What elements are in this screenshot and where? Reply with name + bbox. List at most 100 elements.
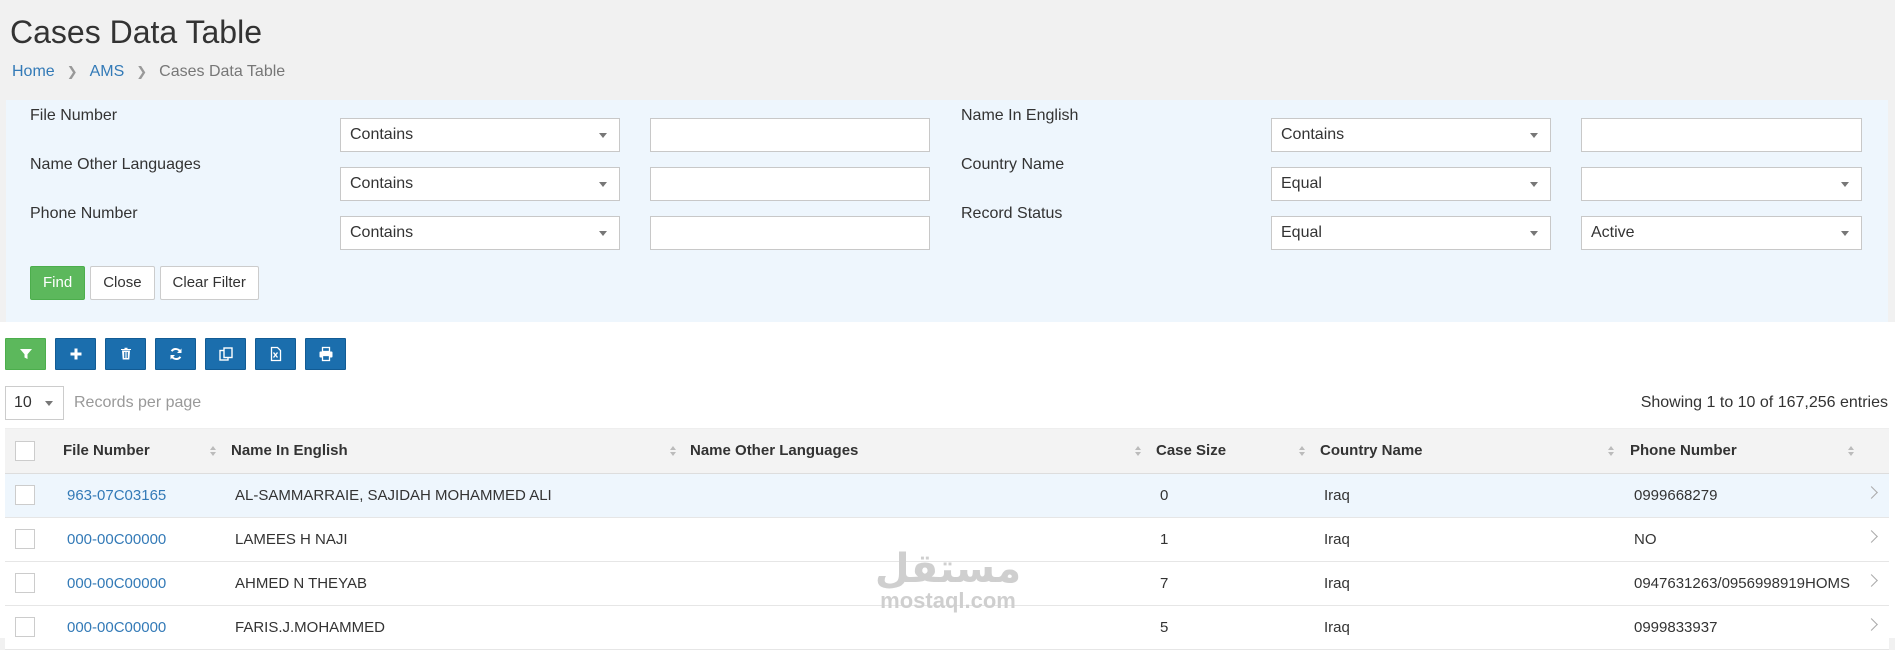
page-header: Cases Data Table Home ❯ AMS ❯ Cases Data… [0, 0, 1895, 100]
table-row[interactable]: 963-07C03165 AL-SAMMARRAIE, SAJIDAH MOHA… [5, 474, 1889, 518]
cell-file-number[interactable]: 000-00C00000 [67, 562, 166, 605]
caret-down-icon [1841, 231, 1849, 236]
cell-country: Iraq [1324, 619, 1350, 636]
cell-name-english: LAMEES H NAJI [235, 531, 348, 548]
breadcrumb-chevron-icon: ❯ [66, 64, 78, 79]
row-checkbox[interactable] [15, 529, 35, 549]
watermark-latin: mostaql.com [880, 588, 1016, 613]
find-button[interactable]: Find [30, 266, 86, 300]
copy-button[interactable] [205, 338, 246, 370]
cases-table: File Number Name In English Name Other L… [5, 428, 1889, 650]
table-toolbar [5, 338, 346, 370]
cell-case-size: 1 [1160, 531, 1169, 548]
filter-label-country: Country Name [961, 156, 1065, 173]
copy-icon [218, 347, 233, 361]
page-title: Cases Data Table [10, 14, 262, 50]
filter-panel: File Number Contains Name In English Con… [6, 100, 1888, 322]
column-header-file-number[interactable]: File Number [63, 429, 150, 473]
filter-value-text: Active [1591, 224, 1635, 241]
column-header-name-english[interactable]: Name In English [231, 429, 348, 473]
cell-file-number[interactable]: 000-00C00000 [67, 606, 166, 649]
breadcrumb-current: Cases Data Table [159, 63, 286, 80]
sort-icon[interactable] [1299, 446, 1305, 456]
column-header-country[interactable]: Country Name [1320, 429, 1423, 473]
table-info: Showing 1 to 10 of 167,256 entries [1640, 394, 1888, 411]
print-button[interactable] [305, 338, 346, 370]
filter-operator-phone[interactable]: Contains [340, 216, 620, 250]
chevron-right-icon[interactable] [1865, 574, 1878, 587]
filter-icon [19, 349, 32, 359]
filter-operator-value: Contains [1281, 126, 1345, 143]
filter-label-file-number: File Number [30, 107, 118, 124]
breadcrumb-ams[interactable]: AMS [90, 63, 125, 81]
filter-button-row: Find Close Clear Filter [30, 266, 259, 300]
cell-country: Iraq [1324, 575, 1350, 592]
records-per-page-value: 10 [14, 394, 32, 411]
trash-icon [120, 347, 131, 360]
filter-operator-name-other[interactable]: Contains [340, 167, 620, 201]
caret-down-icon [1530, 182, 1538, 187]
column-header-phone[interactable]: Phone Number [1630, 429, 1737, 473]
sort-icon[interactable] [1848, 446, 1854, 456]
print-icon [319, 346, 332, 362]
sort-icon[interactable] [1135, 446, 1141, 456]
filter-value-country[interactable] [1581, 167, 1862, 201]
clear-filter-button[interactable]: Clear Filter [159, 266, 259, 300]
cell-name-english: FARIS.J.MOHAMMED [235, 619, 386, 636]
filter-label-phone: Phone Number [30, 205, 138, 222]
close-button[interactable]: Close [90, 266, 155, 300]
caret-down-icon [599, 231, 607, 236]
sort-icon[interactable] [1608, 446, 1614, 456]
filter-label-name-english: Name In English [961, 107, 1079, 124]
cell-case-size: 7 [1160, 575, 1169, 592]
cell-file-number[interactable]: 000-00C00000 [67, 518, 166, 561]
chevron-right-icon[interactable] [1865, 618, 1878, 631]
row-checkbox[interactable] [15, 573, 35, 593]
filter-value-file-number[interactable] [650, 118, 930, 152]
caret-down-icon [599, 133, 607, 138]
filter-operator-country[interactable]: Equal [1271, 167, 1551, 201]
cell-name-english: AL-SAMMARRAIE, SAJIDAH MOHAMMED ALI [235, 487, 552, 504]
filter-value-name-other[interactable] [650, 167, 930, 201]
filter-operator-record-status[interactable]: Equal [1271, 216, 1551, 250]
breadcrumb-chevron-icon: ❯ [136, 64, 148, 79]
cell-phone: 0999833937 [1634, 619, 1718, 636]
add-button[interactable] [55, 338, 96, 370]
sort-icon[interactable] [670, 446, 676, 456]
filter-operator-name-english[interactable]: Contains [1271, 118, 1551, 152]
cell-file-number[interactable]: 963-07C03165 [67, 474, 166, 517]
records-per-page-label: Records per page [74, 394, 202, 411]
column-header-name-other[interactable]: Name Other Languages [690, 429, 858, 473]
watermark-logo: مستقل mostaql.com [858, 548, 1038, 612]
chevron-right-icon[interactable] [1865, 486, 1878, 499]
breadcrumb-home[interactable]: Home [12, 63, 55, 81]
cell-country: Iraq [1324, 487, 1350, 504]
refresh-icon [170, 348, 181, 360]
chevron-right-icon[interactable] [1865, 530, 1878, 543]
caret-down-icon [1841, 182, 1849, 187]
cell-case-size: 5 [1160, 619, 1169, 636]
caret-down-icon [1530, 133, 1538, 138]
delete-button[interactable] [105, 338, 146, 370]
export-excel-button[interactable] [255, 338, 296, 370]
cell-name-english: AHMED N THEYAB [235, 575, 367, 592]
filter-value-name-english[interactable] [1581, 118, 1862, 152]
filter-operator-value: Contains [350, 175, 414, 192]
filter-label-record-status: Record Status [961, 205, 1063, 222]
filter-button[interactable] [5, 338, 46, 370]
sort-icon[interactable] [210, 446, 216, 456]
filter-value-record-status[interactable]: Active [1581, 216, 1862, 250]
records-per-page-select[interactable]: 10 [5, 386, 64, 420]
filter-label-name-other: Name Other Languages [30, 156, 201, 173]
filter-operator-file-number[interactable]: Contains [340, 118, 620, 152]
cell-case-size: 0 [1160, 487, 1169, 504]
row-checkbox[interactable] [15, 617, 35, 637]
table-header: File Number Name In English Name Other L… [5, 428, 1889, 474]
caret-down-icon [45, 401, 53, 406]
select-all-checkbox[interactable] [15, 441, 35, 461]
filter-value-phone[interactable] [650, 216, 930, 250]
row-checkbox[interactable] [15, 485, 35, 505]
refresh-button[interactable] [155, 338, 196, 370]
caret-down-icon [599, 182, 607, 187]
column-header-case-size[interactable]: Case Size [1156, 429, 1226, 473]
